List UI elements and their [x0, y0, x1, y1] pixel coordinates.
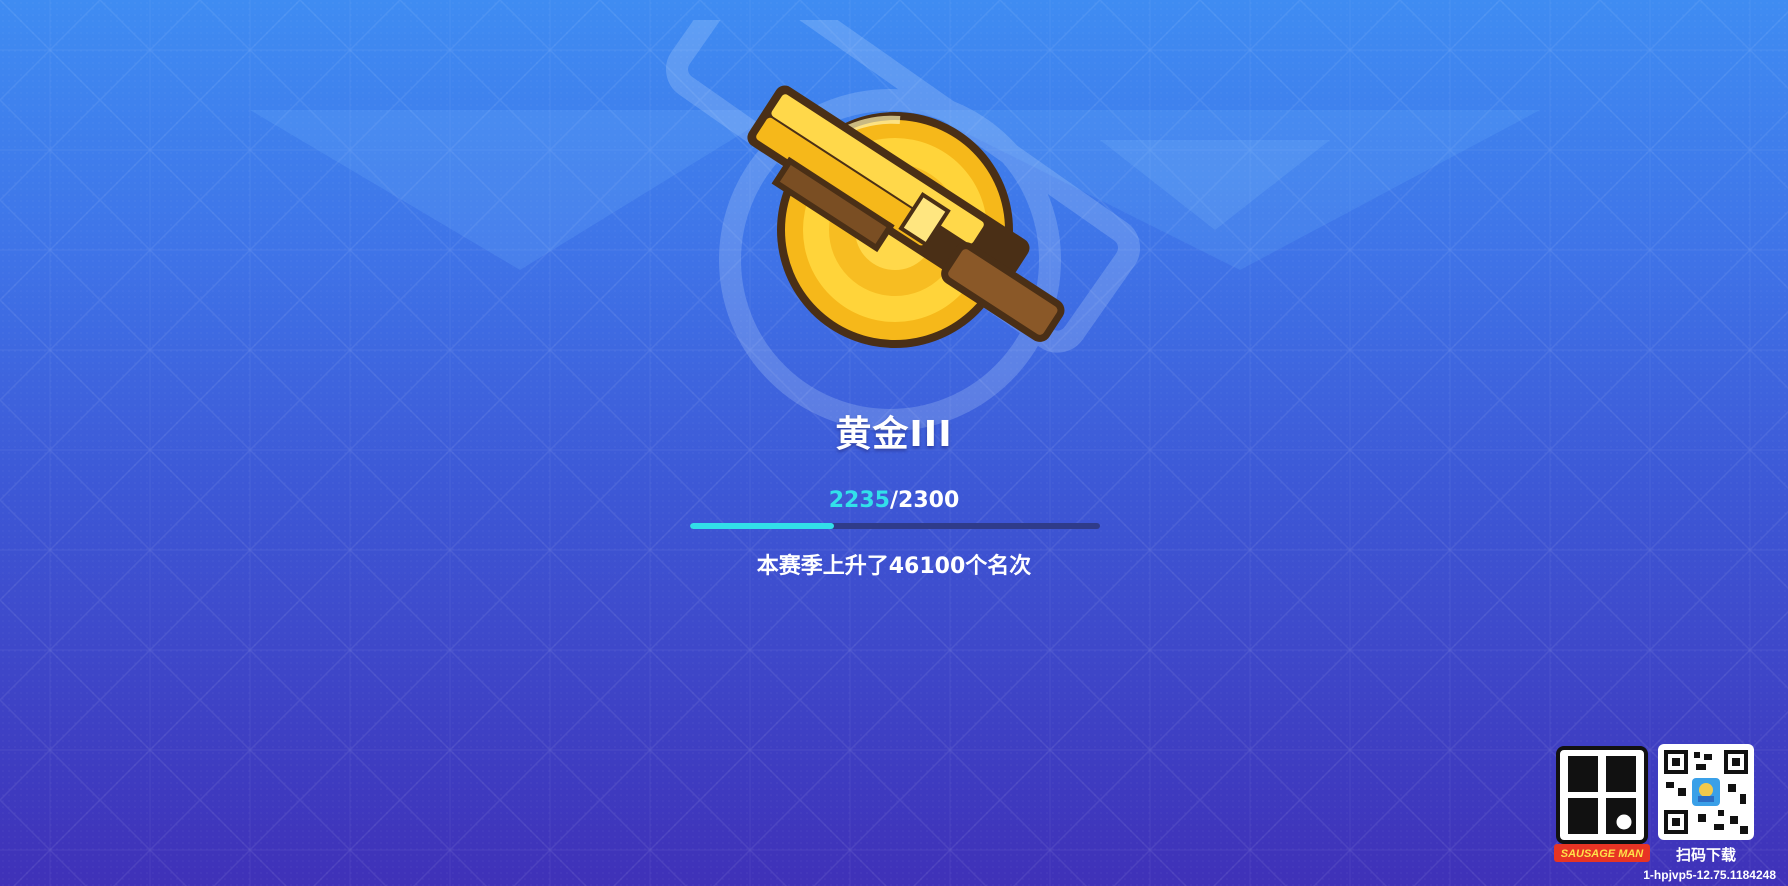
- rank-progress-fill: [690, 523, 834, 529]
- qr-code-icon: [1664, 750, 1748, 834]
- score-current: 2235: [828, 488, 890, 513]
- qr-download-label: 扫码下载: [1675, 846, 1736, 864]
- rank-progress-bar: [690, 523, 1100, 529]
- build-id: 1-hpjvp5-12.75.1184248: [1643, 868, 1776, 882]
- rank-title: 黄金III: [835, 414, 953, 455]
- rank-score: 2235/2300: [0, 488, 1788, 513]
- score-separator: /: [889, 488, 899, 513]
- rank-change-text: 本赛季上升了46100个名次: [756, 554, 1032, 579]
- sausage-man-logo-icon: SAUSAGE MAN: [1554, 746, 1650, 862]
- svg-text:SAUSAGE MAN: SAUSAGE MAN: [1561, 848, 1645, 860]
- download-qr-code[interactable]: [1658, 744, 1754, 840]
- score-max: 2300: [898, 488, 960, 513]
- sausage-man-logo: SAUSAGE MAN: [1554, 742, 1650, 866]
